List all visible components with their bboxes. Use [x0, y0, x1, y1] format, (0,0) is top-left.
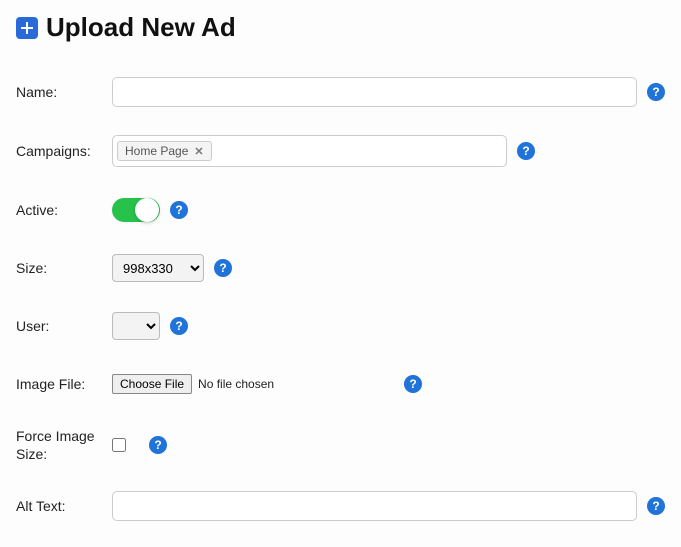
alt-text-input[interactable] [112, 491, 637, 521]
row-size: Size: 998x330 ? [16, 239, 665, 297]
page-title: Upload New Ad [46, 12, 236, 43]
help-icon[interactable]: ? [214, 259, 232, 277]
plus-icon [16, 17, 38, 39]
campaign-tag[interactable]: Home Page ✕ [117, 141, 212, 161]
help-icon[interactable]: ? [647, 83, 665, 101]
help-icon[interactable]: ? [170, 317, 188, 335]
row-image-file: Image File: Choose File No file chosen ? [16, 355, 665, 413]
user-select[interactable] [112, 312, 160, 340]
help-icon[interactable]: ? [149, 436, 167, 454]
label-name: Name: [16, 83, 112, 101]
name-input[interactable] [112, 77, 637, 107]
file-status: No file chosen [198, 377, 274, 391]
help-icon[interactable]: ? [404, 375, 422, 393]
campaign-tag-label: Home Page [125, 144, 188, 158]
label-image-file: Image File: [16, 375, 112, 393]
remove-tag-icon[interactable]: ✕ [194, 145, 203, 158]
campaigns-input[interactable]: Home Page ✕ [112, 135, 507, 167]
help-icon[interactable]: ? [170, 201, 188, 219]
help-icon[interactable]: ? [517, 142, 535, 160]
toggle-knob [135, 198, 159, 222]
label-alt-text: Alt Text: [16, 497, 112, 515]
force-image-size-checkbox[interactable] [112, 438, 126, 452]
help-icon[interactable]: ? [647, 497, 665, 515]
row-user: User: ? [16, 297, 665, 355]
label-force-image-size: Force Image Size: [16, 427, 112, 463]
active-toggle[interactable] [112, 198, 160, 222]
row-campaigns: Campaigns: Home Page ✕ ? [16, 121, 665, 181]
label-user: User: [16, 317, 112, 335]
label-size: Size: [16, 259, 112, 277]
size-select[interactable]: 998x330 [112, 254, 204, 282]
row-name: Name: ? [16, 63, 665, 121]
row-alt-text: Alt Text: ? [16, 477, 665, 535]
label-campaigns: Campaigns: [16, 142, 112, 160]
row-active: Active: ? [16, 181, 665, 239]
label-active: Active: [16, 201, 112, 219]
row-force-image-size: Force Image Size: ? [16, 413, 665, 477]
choose-file-button[interactable]: Choose File [112, 374, 192, 394]
